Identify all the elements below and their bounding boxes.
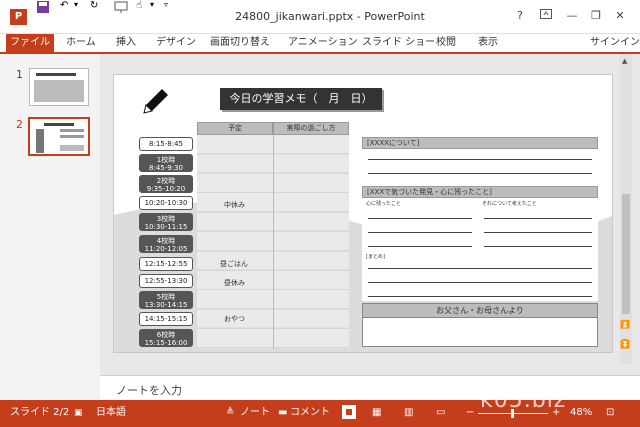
notes-placeholder: ノートを入力 [116, 384, 182, 397]
time-slot-period-1: 1校時 8:45-9:30 [139, 154, 193, 172]
maximize-button[interactable]: ❐ [586, 8, 606, 24]
schedule-table [197, 135, 349, 349]
close-button[interactable]: ✕ [610, 8, 630, 24]
window-title: 24800_jikanwari.pptx - PowerPoint [235, 10, 425, 23]
notes-button[interactable]: ノート [240, 406, 270, 420]
signin-link[interactable]: サインイン [590, 34, 640, 52]
time-slot-period-4: 4校時 11:20-12:05 [139, 235, 193, 253]
tab-slideshow[interactable]: スライド ショー [362, 34, 435, 52]
write-line [368, 268, 592, 269]
slide-canvas[interactable]: 今日の学習メモ（ 月 日） 予定 実際の過ごし方 中休み 昼ごはん 昼休み おや… [113, 74, 613, 353]
slide-title[interactable]: 今日の学習メモ（ 月 日） [220, 88, 382, 110]
time-slot-period-2: 2校時 9:35-10:20 [139, 175, 193, 193]
write-line [368, 246, 472, 247]
slideshow-from-start-icon[interactable] [114, 0, 128, 17]
tab-insert[interactable]: 挿入 [116, 34, 136, 52]
touch-dropdown-icon[interactable]: ▾ [150, 0, 154, 9]
undo-icon[interactable]: ↶ [60, 0, 68, 11]
notes-icon[interactable]: ≜ [226, 406, 234, 420]
time-slot-morning: 8:15-8:45 [139, 137, 193, 151]
thumbnail-number-1: 1 [16, 68, 23, 81]
tab-design[interactable]: デザイン [156, 34, 196, 52]
summary-heading: [まとめ] [366, 254, 385, 260]
noticed-header: [XXXで気づいた発見・心に残ったこと] [362, 186, 598, 198]
slide-thumbnail-2[interactable] [28, 117, 90, 156]
write-line [368, 282, 592, 283]
ribbon-display-options-icon[interactable] [536, 8, 556, 24]
comment-icon[interactable]: ▬ [278, 406, 287, 420]
tab-animations[interactable]: アニメーション [288, 34, 358, 52]
column-header-actual: 実際の過ごし方 [273, 122, 349, 135]
previous-slide-icon[interactable]: ⏫ [620, 320, 630, 329]
tab-file[interactable]: ファイル [6, 34, 54, 52]
slide-thumbnail-1[interactable] [29, 68, 89, 106]
write-line [368, 159, 592, 160]
time-slot-snack: 14:15-15:15 [139, 312, 193, 326]
parents-header: お父さん・お母さんより [363, 304, 597, 318]
about-header: [XXXXについて] [362, 137, 598, 149]
undo-dropdown-icon[interactable]: ▾ [74, 0, 78, 9]
slideshow-view-icon[interactable]: ▭ [436, 406, 445, 420]
time-slot-period-6: 6校時 15:15-16:00 [139, 329, 193, 347]
write-line [484, 232, 592, 233]
zoom-level[interactable]: 48% [570, 406, 592, 420]
write-line [484, 218, 592, 219]
tab-view[interactable]: 表示 [478, 34, 498, 52]
plan-chukyumi: 中休み [224, 201, 245, 209]
slide-indicator: スライド 2/2 [10, 407, 70, 418]
minimize-button[interactable]: — [562, 8, 582, 24]
plan-oyatsu: おやつ [224, 315, 245, 323]
normal-view-icon[interactable] [342, 405, 356, 419]
column-header-plan: 予定 [197, 122, 273, 135]
language-indicator[interactable]: 日本語 [96, 406, 126, 420]
tab-review[interactable]: 校閲 [436, 34, 456, 52]
plan-hirukyumi: 昼休み [224, 279, 245, 287]
tab-transitions[interactable]: 画面切り替え [210, 34, 270, 52]
help-button[interactable]: ? [510, 8, 530, 24]
parents-box: お父さん・お母さんより [362, 303, 598, 347]
touch-mode-icon[interactable]: ☝ [136, 0, 142, 11]
write-line [368, 296, 592, 297]
pencil-icon [143, 89, 168, 114]
powerpoint-logo-icon[interactable]: P [10, 9, 27, 25]
fit-to-window-icon[interactable]: ⊡ [606, 406, 614, 420]
redo-icon[interactable]: ↻ [90, 0, 98, 11]
tab-home[interactable]: ホーム [66, 34, 96, 52]
comments-button[interactable]: コメント [290, 406, 330, 420]
time-slot-lunch-break: 12:55-13:30 [139, 274, 193, 288]
write-line [368, 173, 592, 174]
slide-sorter-view-icon[interactable]: ▦ [372, 406, 381, 420]
subheading-thoughts: それについて考えたこと [482, 201, 537, 207]
watermark: k05.biz [480, 388, 567, 413]
time-slot-period-5: 5校時 13:30-14:15 [139, 291, 193, 309]
time-slot-lunch: 12:15-12:55 [139, 257, 193, 271]
thumbnail-number-2: 2 [16, 118, 23, 131]
zoom-out-icon[interactable]: − [466, 406, 474, 420]
next-slide-icon[interactable]: ⏬ [620, 340, 630, 349]
plan-hirugohan: 昼ごはん [220, 260, 248, 268]
save-icon[interactable] [36, 0, 50, 17]
customize-toolbar-icon[interactable]: ▿ [164, 0, 168, 9]
write-line [484, 246, 592, 247]
time-slot-period-3: 3校時 10:30-11:15 [139, 213, 193, 231]
write-line [368, 218, 472, 219]
reading-view-icon[interactable]: ▥ [404, 406, 413, 420]
write-line [368, 232, 472, 233]
subheading-impression: 心に残ったこと [366, 201, 402, 207]
vertical-scrollbar[interactable]: ▲ ▼ [620, 54, 632, 364]
time-slot-break: 10:20-10:30 [139, 196, 193, 210]
spellcheck-icon[interactable]: ▣ [74, 406, 83, 420]
